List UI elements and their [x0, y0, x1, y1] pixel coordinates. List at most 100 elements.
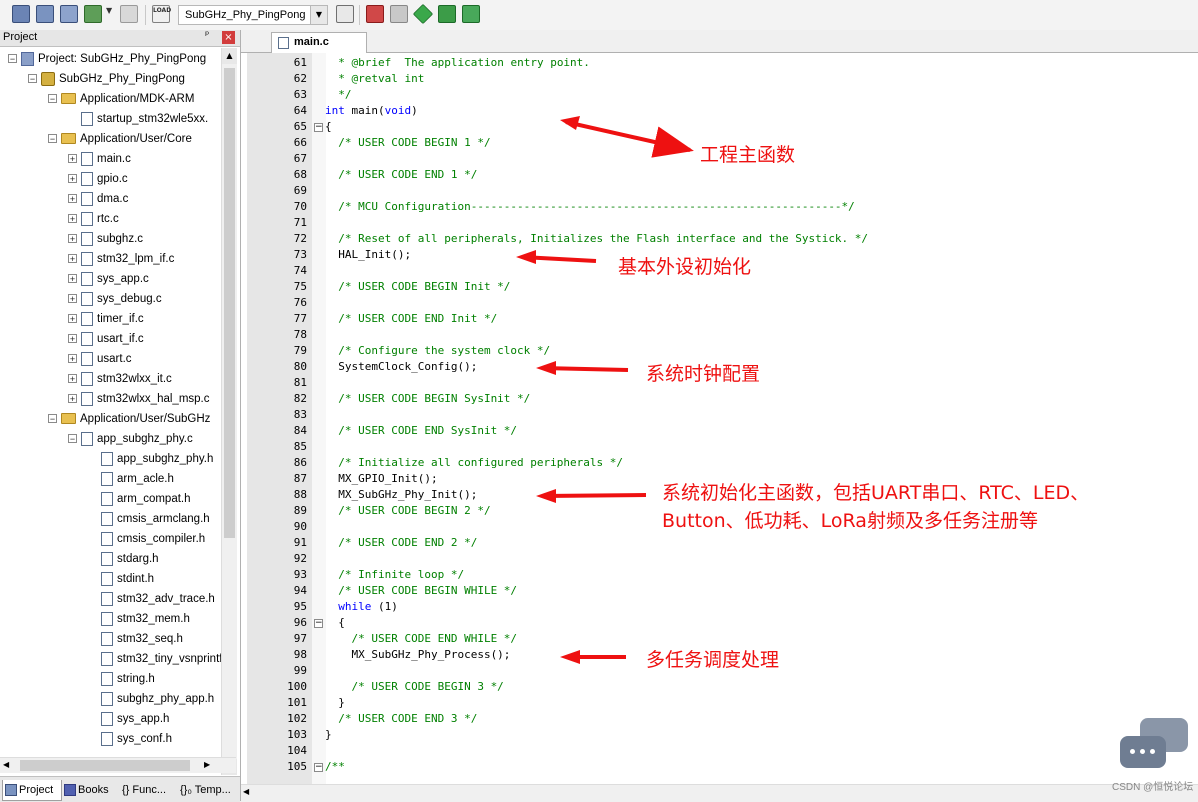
tree-item[interactable]: stdarg.h	[88, 549, 159, 569]
pack-installer-icon[interactable]	[438, 5, 456, 23]
tree-item[interactable]: + dma.c	[68, 189, 128, 209]
tree-item[interactable]: + gpio.c	[68, 169, 128, 189]
tree-item[interactable]: app_subghz_phy.h	[88, 449, 213, 469]
code-line[interactable]: }	[325, 695, 345, 711]
code-line[interactable]: }	[325, 727, 332, 743]
target-select[interactable]: SubGHz_Phy_PingPong ▼	[178, 5, 328, 25]
tree-item[interactable]: − Application/MDK-ARM	[48, 89, 194, 109]
tree-item[interactable]: + rtc.c	[68, 209, 119, 229]
code-line[interactable]: /* USER CODE BEGIN SysInit */	[325, 391, 530, 407]
batch-build-icon[interactable]	[120, 5, 138, 23]
diamond-icon[interactable]	[412, 3, 434, 25]
code-line[interactable]: /* MCU Configuration--------------------…	[325, 199, 855, 215]
expand-icon[interactable]: +	[68, 214, 77, 224]
tree-item[interactable]: stm32_seq.h	[88, 629, 183, 649]
code-line[interactable]: /**	[325, 759, 345, 775]
tree-item[interactable]: + subghz.c	[68, 229, 143, 249]
rte-icon[interactable]	[366, 5, 384, 23]
expand-icon[interactable]: +	[68, 294, 77, 304]
tree-item[interactable]: + sys_app.c	[68, 269, 149, 289]
tree-item[interactable]: − app_subghz_phy.c	[68, 429, 193, 449]
scroll-left-icon[interactable]: ◀	[3, 760, 9, 769]
expand-icon[interactable]: +	[68, 314, 77, 324]
collapse-icon[interactable]: −	[48, 414, 57, 424]
tree-item[interactable]: stm32_adv_trace.h	[88, 589, 215, 609]
collapse-icon[interactable]: −	[48, 94, 57, 104]
tree-item[interactable]: cmsis_armclang.h	[88, 509, 210, 529]
editor-horizontal-scrollbar[interactable]: ◀	[241, 784, 1198, 802]
tree-item[interactable]: stm32_tiny_vsnprintf	[88, 649, 222, 669]
code-line[interactable]: /* USER CODE BEGIN 3 */	[325, 679, 503, 695]
tree-item[interactable]: arm_compat.h	[88, 489, 191, 509]
code-line[interactable]: HAL_Init();	[325, 247, 411, 263]
code-line[interactable]: /* USER CODE END SysInit */	[325, 423, 517, 439]
tree-item[interactable]: + stm32wlxx_it.c	[68, 369, 172, 389]
code-line[interactable]: /* Initialize all configured peripherals…	[325, 455, 623, 471]
tree-item[interactable]: + usart_if.c	[68, 329, 144, 349]
code-line[interactable]: MX_SubGHz_Phy_Init();	[325, 487, 477, 503]
expand-icon[interactable]: +	[68, 194, 77, 204]
code-line[interactable]: MX_SubGHz_Phy_Process();	[325, 647, 510, 663]
chevron-down-icon[interactable]: ▼	[106, 6, 112, 15]
code-line[interactable]: /* Configure the system clock */	[325, 343, 550, 359]
tab-functions[interactable]: {} Func...	[120, 780, 178, 800]
code-line[interactable]: SystemClock_Config();	[325, 359, 477, 375]
tab-project[interactable]: Project	[2, 780, 62, 801]
tab-templates[interactable]: {}₀ Temp...	[178, 780, 240, 800]
code-line[interactable]: {	[325, 119, 332, 135]
tree-item[interactable]: arm_acle.h	[88, 469, 174, 489]
code-line[interactable]: /* USER CODE END 1 */	[325, 167, 477, 183]
tree-item[interactable]: sys_conf.h	[88, 729, 172, 749]
tree-item[interactable]: + timer_if.c	[68, 309, 144, 329]
code-line[interactable]: /* USER CODE BEGIN Init */	[325, 279, 510, 295]
code-line[interactable]: * @brief The application entry point.	[325, 55, 590, 71]
expand-icon[interactable]: +	[68, 234, 77, 244]
code-line[interactable]: /* USER CODE END 3 */	[325, 711, 477, 727]
expand-icon[interactable]: +	[68, 154, 77, 164]
tab-books[interactable]: Books	[62, 780, 118, 800]
code-line[interactable]: /* USER CODE END 2 */	[325, 535, 477, 551]
expand-icon[interactable]: +	[68, 354, 77, 364]
code-line[interactable]: /* USER CODE BEGIN WHILE */	[325, 583, 517, 599]
fold-collapse-icon[interactable]: −	[314, 123, 323, 132]
tab-main-c[interactable]: main.c	[271, 32, 367, 53]
tree-item[interactable]: startup_stm32wle5xx.	[68, 109, 208, 129]
tree-item[interactable]: subghz_phy_app.h	[88, 689, 214, 709]
tree-item[interactable]: sys_app.h	[88, 709, 169, 729]
collapse-icon[interactable]: −	[48, 134, 57, 144]
expand-icon[interactable]: +	[68, 174, 77, 184]
code-line[interactable]: while (1)	[325, 599, 398, 615]
tree-item[interactable]: string.h	[88, 669, 155, 689]
tree-horizontal-scrollbar[interactable]: ◀ ▶	[0, 757, 236, 773]
tree-item[interactable]: − SubGHz_Phy_PingPong	[28, 69, 185, 89]
tree-item[interactable]: + sys_debug.c	[68, 289, 162, 309]
code-line[interactable]: int main(void)	[325, 103, 418, 119]
fold-collapse-icon[interactable]: −	[314, 619, 323, 628]
code-line[interactable]: /* Reset of all peripherals, Initializes…	[325, 231, 868, 247]
code-line[interactable]: /* Infinite loop */	[325, 567, 464, 583]
tree-vertical-scrollbar[interactable]: ▲ ▼	[221, 48, 237, 775]
expand-icon[interactable]: +	[68, 374, 77, 384]
tree-item[interactable]: stm32_mem.h	[88, 609, 190, 629]
tree-item[interactable]: + usart.c	[68, 349, 132, 369]
tree-item[interactable]: + stm32wlxx_hal_msp.c	[68, 389, 209, 409]
chevron-down-icon[interactable]: ▼	[310, 6, 327, 24]
tree-item[interactable]: − Application/User/SubGHz	[48, 409, 210, 429]
tree-item[interactable]: cmsis_compiler.h	[88, 529, 205, 549]
tree-item[interactable]: stdint.h	[88, 569, 154, 589]
options-wand-icon[interactable]	[336, 5, 354, 23]
scroll-thumb[interactable]	[20, 760, 190, 771]
collapse-icon[interactable]: −	[68, 434, 77, 444]
save-icon[interactable]	[60, 5, 78, 23]
windows-icon[interactable]	[390, 5, 408, 23]
code-line[interactable]: /* USER CODE END Init */	[325, 311, 497, 327]
code-line[interactable]: {	[325, 615, 345, 631]
collapse-icon[interactable]: −	[28, 74, 37, 84]
expand-icon[interactable]: +	[68, 254, 77, 264]
code-line[interactable]: /* USER CODE END WHILE */	[325, 631, 517, 647]
scroll-right-icon[interactable]: ▶	[204, 760, 210, 769]
code-line[interactable]: MX_GPIO_Init();	[325, 471, 437, 487]
code-line[interactable]: */	[325, 87, 351, 103]
tree-item[interactable]: − Project: SubGHz_Phy_PingPong	[8, 49, 206, 69]
tree-item[interactable]: − Application/User/Core	[48, 129, 192, 149]
